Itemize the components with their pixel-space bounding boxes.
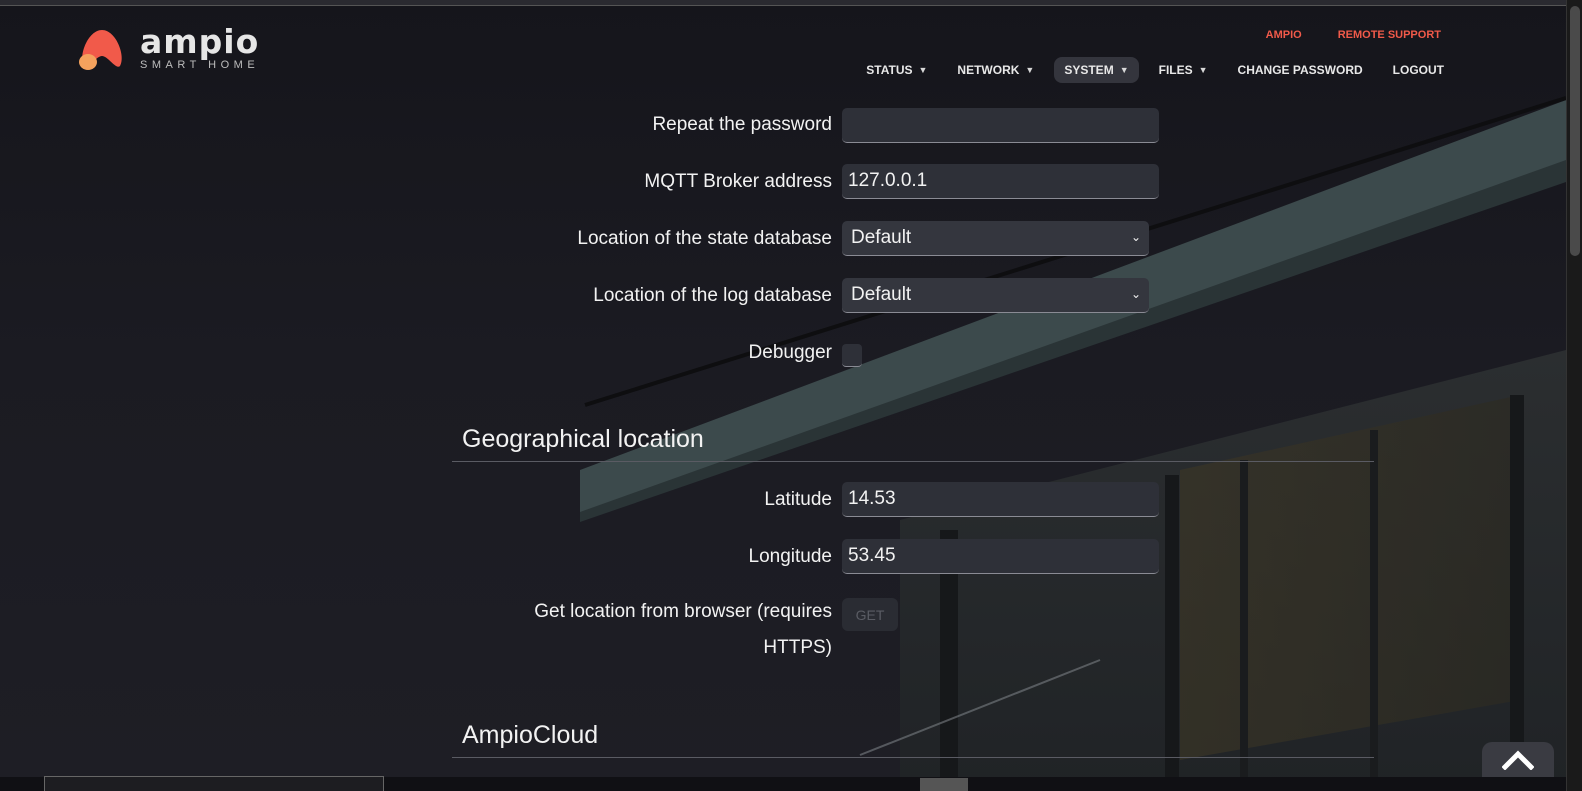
cloud-section-divider xyxy=(452,757,1374,758)
nav-status[interactable]: STATUS ▼ xyxy=(856,57,937,83)
state-db-label: Location of the state database xyxy=(577,228,832,249)
nav-files-label: FILES xyxy=(1158,63,1193,77)
latitude-value: 14.53 xyxy=(848,488,896,509)
debugger-label: Debugger xyxy=(748,342,832,363)
log-db-label: Location of the log database xyxy=(593,285,832,306)
repeat-password-input[interactable] xyxy=(842,108,1159,143)
bottom-panel xyxy=(44,776,384,791)
brand-name: ampio xyxy=(140,22,260,61)
browser-top-edge xyxy=(0,0,1566,6)
page: ampio SMART HOME AMPIO REMOTE SUPPORT ST… xyxy=(0,0,1566,791)
debugger-checkbox[interactable] xyxy=(842,344,862,367)
vertical-scrollbar-thumb[interactable] xyxy=(1570,6,1580,256)
nav-system[interactable]: SYSTEM ▼ xyxy=(1054,57,1139,83)
ampio-logo-icon xyxy=(79,30,122,70)
latitude-input[interactable]: 14.53 xyxy=(842,482,1159,517)
get-location-button[interactable]: GET xyxy=(842,598,898,631)
browser-location-label-line1: Get location from browser (requires xyxy=(534,601,832,622)
repeat-password-label: Repeat the password xyxy=(652,114,832,135)
chevron-down-icon: ⌄ xyxy=(1130,287,1141,301)
mqtt-broker-value: 127.0.0.1 xyxy=(848,170,928,191)
cloud-section-title: AmpioCloud xyxy=(462,721,599,749)
mqtt-broker-input[interactable]: 127.0.0.1 xyxy=(842,164,1159,199)
nav-logout-label: LOGOUT xyxy=(1392,63,1444,77)
longitude-label: Longitude xyxy=(748,546,832,567)
caret-down-icon: ▼ xyxy=(1198,65,1208,75)
geo-section-divider xyxy=(452,461,1374,462)
nav-logout[interactable]: LOGOUT xyxy=(1383,57,1454,83)
nav-system-label: SYSTEM xyxy=(1064,63,1114,77)
browser-location-label: Get location from browser (requires HTTP… xyxy=(272,594,832,666)
nav-change-password[interactable]: CHANGE PASSWORD xyxy=(1228,57,1373,83)
nav-network-label: NETWORK xyxy=(957,63,1020,77)
nav-files[interactable]: FILES ▼ xyxy=(1149,57,1218,83)
longitude-input[interactable]: 53.45 xyxy=(842,539,1159,574)
vertical-scrollbar[interactable] xyxy=(1566,0,1582,791)
state-db-value: Default xyxy=(851,227,912,248)
longitude-value: 53.45 xyxy=(848,545,896,566)
caret-down-icon: ▼ xyxy=(918,65,928,75)
main-nav: STATUS ▼ NETWORK ▼ SYSTEM ▼ FILES ▼ CHAN… xyxy=(856,57,1454,83)
latitude-label: Latitude xyxy=(764,489,832,510)
log-db-select[interactable]: Default ⌄ xyxy=(842,278,1149,313)
chevron-up-icon xyxy=(1502,750,1534,770)
nav-status-label: STATUS xyxy=(866,63,913,77)
horizontal-scrollbar-thumb[interactable] xyxy=(920,778,968,791)
chevron-down-icon: ⌄ xyxy=(1130,230,1141,244)
brand-logo[interactable]: ampio SMART HOME xyxy=(78,22,260,72)
browser-location-label-line2: HTTPS) xyxy=(763,637,832,658)
geo-section-title: Geographical location xyxy=(462,425,704,453)
brand-tagline: SMART HOME xyxy=(140,59,260,71)
nav-network[interactable]: NETWORK ▼ xyxy=(947,57,1044,83)
link-remote-support[interactable]: REMOTE SUPPORT xyxy=(1338,29,1441,41)
top-links: AMPIO REMOTE SUPPORT xyxy=(1266,29,1441,41)
link-ampio[interactable]: AMPIO xyxy=(1266,29,1302,41)
log-db-value: Default xyxy=(851,284,912,305)
caret-down-icon: ▼ xyxy=(1025,65,1035,75)
mqtt-broker-label: MQTT Broker address xyxy=(644,171,832,192)
state-db-select[interactable]: Default ⌄ xyxy=(842,221,1149,256)
caret-down-icon: ▼ xyxy=(1119,65,1129,75)
nav-change-password-label: CHANGE PASSWORD xyxy=(1237,63,1363,77)
